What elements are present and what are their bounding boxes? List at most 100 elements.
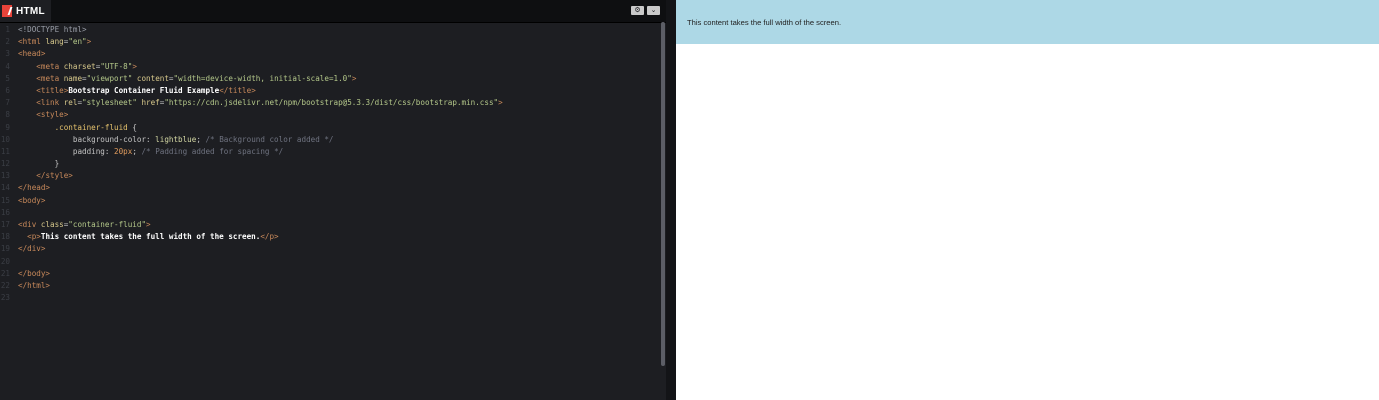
html-tab-label: HTML xyxy=(16,5,45,17)
code-text: padding: 20px; /* Padding added for spac… xyxy=(12,146,283,158)
line-number: 7 xyxy=(5,98,10,108)
line-number: 10 xyxy=(0,134,10,144)
code-line[interactable]: 14 </head> xyxy=(0,182,660,194)
code-token: > xyxy=(498,98,503,108)
code-line[interactable]: 4 <meta charset="UTF-8"> xyxy=(0,61,660,73)
code-line[interactable]: 1 <!DOCTYPE html> xyxy=(0,24,660,36)
line-number: 16 xyxy=(0,207,10,217)
line-number: 9 xyxy=(5,122,10,132)
code-token: </html> xyxy=(18,280,51,290)
code-token: </head> xyxy=(18,183,51,193)
code-line[interactable]: 12 } xyxy=(0,158,660,170)
code-text: </body> xyxy=(12,268,50,280)
code-text: </style> xyxy=(12,170,73,182)
editor-header: HTML ⚙ ⌄ xyxy=(0,0,666,23)
code-line[interactable]: 23 xyxy=(0,292,660,304)
code-token: <meta xyxy=(36,73,64,83)
code-token: "https://cdn.jsdelivr.net/npm/bootstrap@… xyxy=(164,98,499,108)
editor-scrollbar[interactable] xyxy=(661,22,665,366)
line-number: 4 xyxy=(5,61,10,71)
line-number: 12 xyxy=(0,159,10,169)
line-number: 3 xyxy=(5,49,10,59)
code-playground: HTML ⚙ ⌄ 1 <!DOCTYPE html> 2 <html lang="en… xyxy=(0,0,1379,400)
line-number: 1 xyxy=(5,25,10,34)
line-number: 19 xyxy=(0,244,10,254)
line-number: 20 xyxy=(0,256,10,266)
code-text: </div> xyxy=(12,243,45,255)
line-number: 18 xyxy=(0,232,10,242)
code-line[interactable]: 15 <body> xyxy=(0,195,660,207)
code-line[interactable]: 19 </div> xyxy=(0,243,660,255)
code-line[interactable]: 13 </style> xyxy=(0,170,660,182)
code-text: <html lang="en"> xyxy=(12,36,91,48)
code-line[interactable]: 22 </html> xyxy=(0,280,660,292)
code-token: > xyxy=(86,37,92,47)
code-line[interactable]: 20 xyxy=(0,256,660,268)
code-line[interactable]: 21 </body> xyxy=(0,268,660,280)
code-token: </div> xyxy=(18,244,46,254)
code-token: "en" xyxy=(68,37,87,47)
code-token: <p> xyxy=(27,232,41,242)
preview-text: This content takes the full width of the… xyxy=(687,17,842,27)
line-number: 13 xyxy=(0,171,10,181)
code-token: > xyxy=(146,220,151,229)
code-token: class xyxy=(40,220,64,229)
line-number: 6 xyxy=(5,85,10,95)
code-line[interactable]: 6 <title>Bootstrap Container Fluid Examp… xyxy=(0,85,660,97)
code-line[interactable]: 11 padding: 20px; /* Padding added for s… xyxy=(0,146,660,158)
code-line[interactable]: 8 <style> xyxy=(0,109,660,121)
settings-button[interactable]: ⚙ xyxy=(631,6,644,15)
code-token: background-color: xyxy=(72,134,156,144)
line-number: 17 xyxy=(0,220,10,229)
code-token: charset xyxy=(63,61,96,71)
code-text: </html> xyxy=(12,280,50,292)
code-token: padding: xyxy=(72,146,115,156)
code-token: > xyxy=(351,73,357,83)
code-text: <head> xyxy=(12,48,45,60)
line-number: 5 xyxy=(5,73,10,83)
line-number: 23 xyxy=(0,293,10,303)
code-line[interactable]: 18 <p>This content takes the full width … xyxy=(0,231,660,243)
code-text: <meta charset="UTF-8"> xyxy=(12,61,137,73)
line-number: 21 xyxy=(0,268,10,278)
code-token: href xyxy=(141,98,160,108)
collapse-button[interactable]: ⌄ xyxy=(647,6,660,15)
line-number: 11 xyxy=(0,146,10,156)
code-token: <html xyxy=(18,37,46,47)
code-token: </style> xyxy=(36,171,73,181)
code-token: "viewport" xyxy=(86,73,137,83)
code-token: rel xyxy=(63,98,78,108)
code-text: background-color: lightblue; /* Backgrou… xyxy=(12,134,334,146)
code-token: content xyxy=(136,73,169,83)
code-line[interactable]: 2 <html lang="en"> xyxy=(0,36,660,48)
code-token: <meta xyxy=(36,61,64,71)
pane-resizer[interactable] xyxy=(666,0,676,400)
code-line[interactable]: 17 <div class="container-fluid"> xyxy=(0,219,660,231)
code-token: <style> xyxy=(36,110,69,120)
code-line[interactable]: 9 .container-fluid { xyxy=(0,122,660,134)
code-text: .container-fluid { xyxy=(12,122,137,134)
html-tab[interactable]: HTML xyxy=(0,0,51,22)
code-line[interactable]: 7 <link rel="stylesheet" href="https://c… xyxy=(0,97,660,109)
code-token: Bootstrap Container Fluid Example xyxy=(68,85,220,95)
code-token: <link xyxy=(36,98,64,108)
code-line[interactable]: 3 <head> xyxy=(0,48,660,60)
code-token: .container-fluid xyxy=(54,122,133,132)
code-token: { xyxy=(132,122,137,132)
code-line[interactable]: 10 background-color: lightblue; /* Backg… xyxy=(0,134,660,146)
html-editor-pane: HTML ⚙ ⌄ 1 <!DOCTYPE html> 2 <html lang="en… xyxy=(0,0,666,400)
code-editor[interactable]: 1 <!DOCTYPE html> 2 <html lang="en"> 3 <head>… xyxy=(0,24,660,400)
code-text: <meta name="viewport" content="width=dev… xyxy=(12,73,356,85)
code-line[interactable]: 16 xyxy=(0,207,660,219)
code-line[interactable]: 5 <meta name="viewport" content="width=d… xyxy=(0,73,660,85)
